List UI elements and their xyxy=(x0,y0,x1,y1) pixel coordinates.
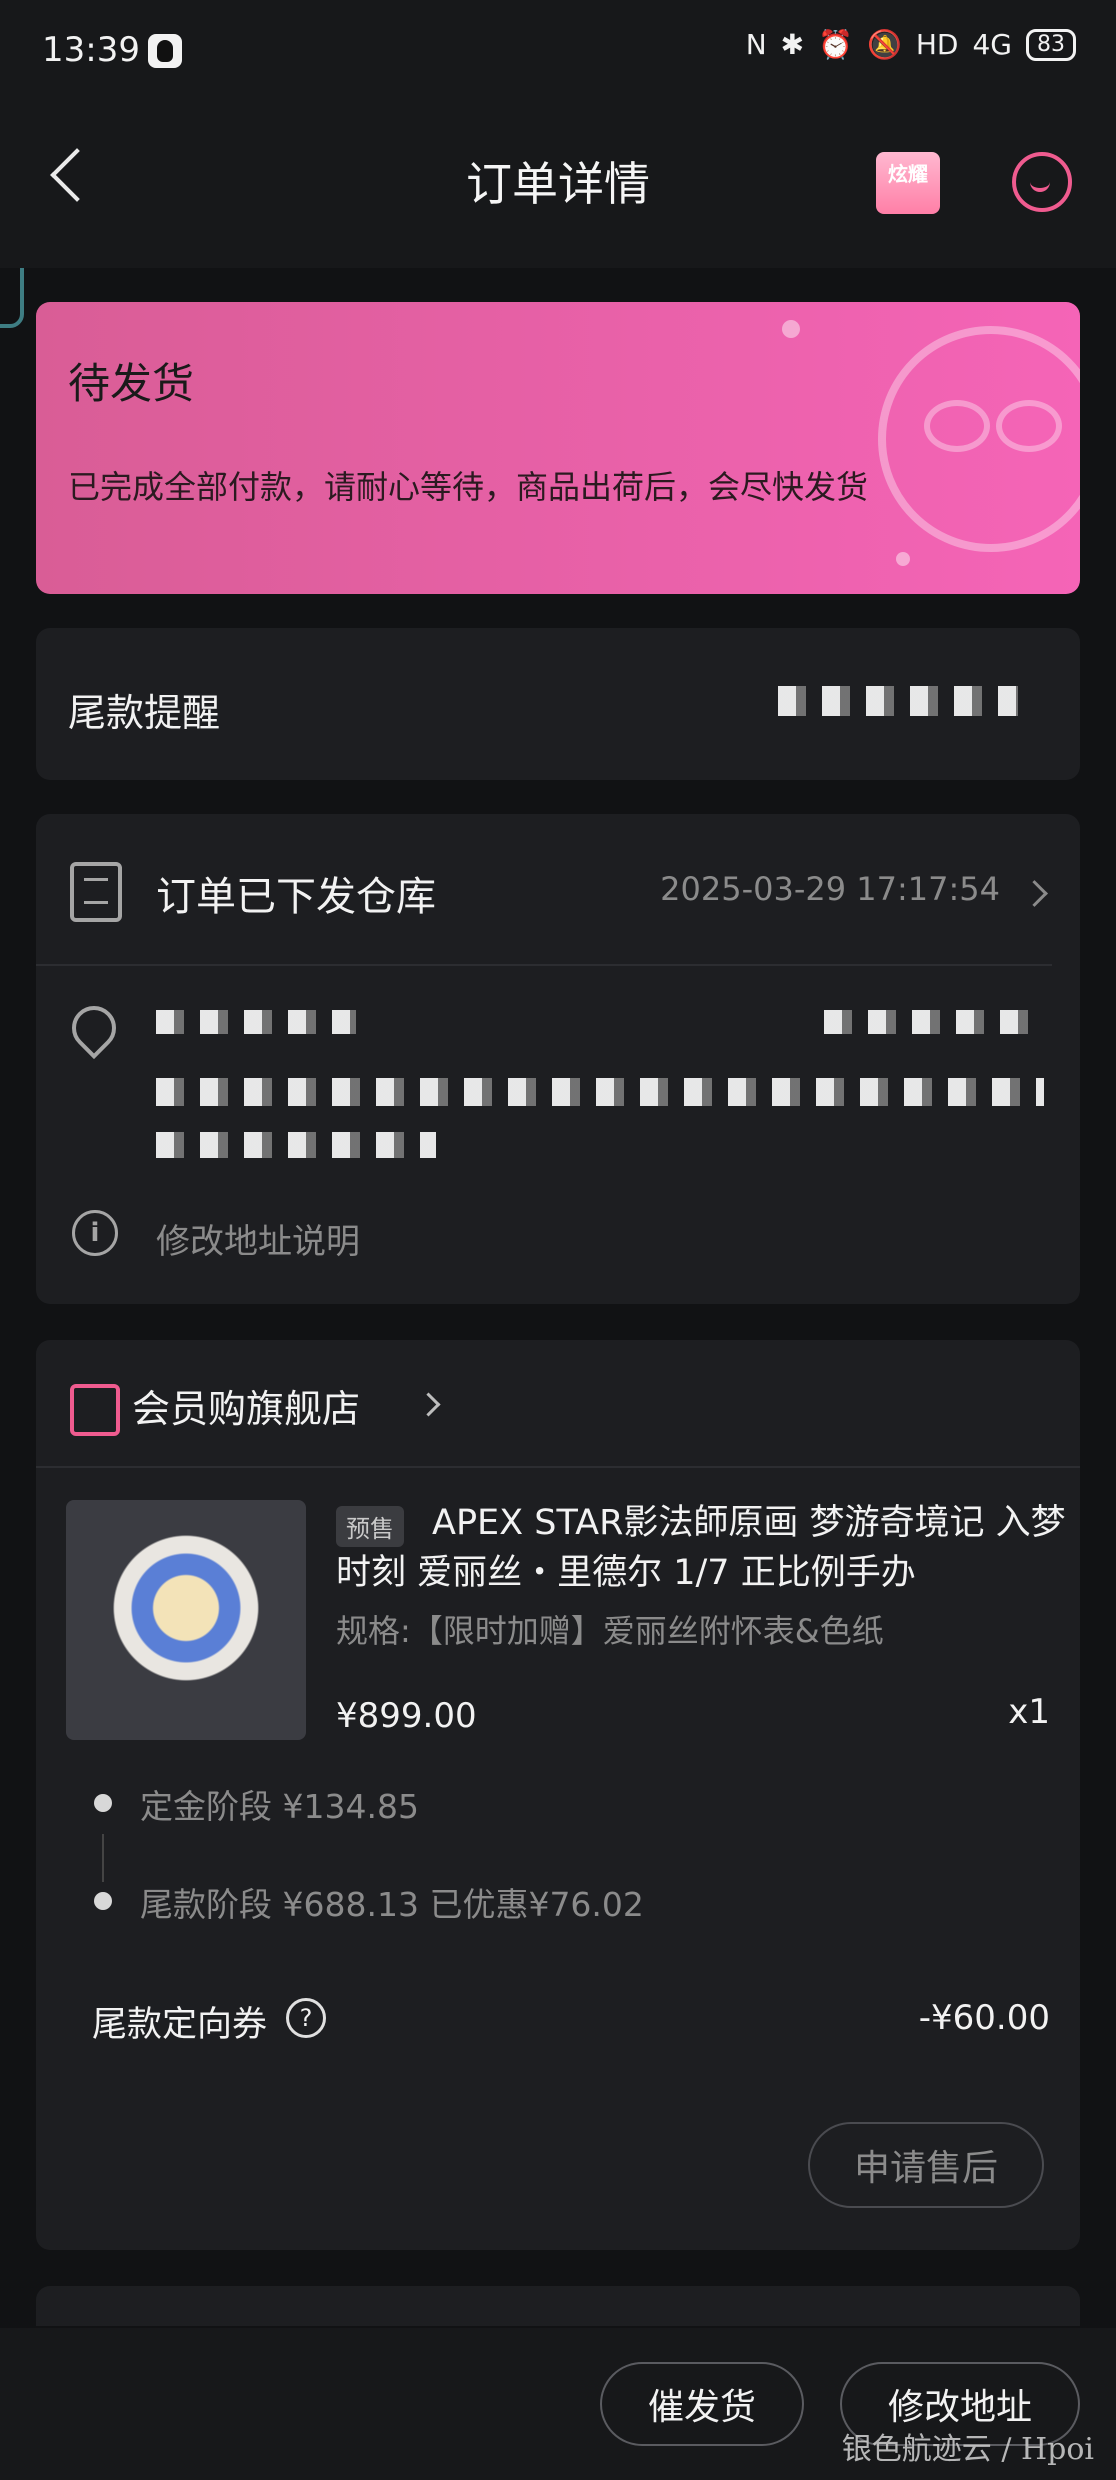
order-card: 会员购旗舰店 APEX STAR影法師原画 梦游奇境记 入梦时刻 爱丽丝・里德尔… xyxy=(36,1340,1080,2250)
stage-connector xyxy=(102,1834,104,1882)
presale-tag: 预售 xyxy=(336,1506,404,1547)
shipping-status-time: 2025-03-29 17:17:54 xyxy=(660,870,1000,908)
bluetooth-icon: ✱ xyxy=(780,28,805,61)
mascot-decoration-icon xyxy=(878,326,1080,552)
sparkle-decoration-icon xyxy=(782,320,800,338)
order-status-banner: 待发货 已完成全部付款，请耐心等待，商品出荷后，会尽快发货 xyxy=(36,302,1080,594)
status-icons: N ✱ ⏰ 🔕 HD 4G 83 xyxy=(746,28,1076,61)
show-off-badge-icon[interactable]: 炫耀 xyxy=(876,152,940,214)
info-icon: i xyxy=(72,1210,118,1256)
customer-service-icon[interactable] xyxy=(1012,152,1072,212)
redacted-phone-number xyxy=(778,686,1018,716)
shop-bag-icon xyxy=(70,1384,120,1436)
product-price: ¥899.00 xyxy=(336,1696,477,1736)
divider xyxy=(36,1466,1080,1468)
urge-shipping-button[interactable]: 催发货 xyxy=(600,2362,804,2446)
shipping-card: 订单已下发仓库 2025-03-29 17:17:54 i 修改地址说明 xyxy=(36,814,1080,1304)
product-spec: 规格:【限时加赠】爱丽丝附怀表&色纸 xyxy=(336,1612,884,1650)
alarm-icon: ⏰ xyxy=(818,28,853,61)
final-payment-reminder-label: 尾款提醒 xyxy=(68,691,221,735)
order-status-description: 已完成全部付款，请耐心等待，商品出荷后，会尽快发货 xyxy=(68,468,869,506)
final-payment-reminder-card[interactable]: 尾款提醒 xyxy=(36,628,1080,780)
nfc-icon: N xyxy=(745,28,767,61)
top-navigation: 订单详情 炫耀 xyxy=(0,100,1116,268)
document-icon xyxy=(70,862,122,922)
redacted-address xyxy=(156,1078,1044,1106)
coupon-value: -¥60.00 xyxy=(918,1998,1050,2038)
watermark: 银色航迹云 / Hpoi xyxy=(841,2432,1094,2467)
status-time: 13:39 xyxy=(42,30,140,70)
status-bar: 13:39 N ✱ ⏰ 🔕 HD 4G 83 xyxy=(0,0,1116,100)
location-pin-icon xyxy=(62,996,126,1060)
hd-icon: HD xyxy=(915,28,959,61)
product-image[interactable] xyxy=(66,1500,306,1740)
stage-dot xyxy=(94,1892,112,1910)
final-payment-stage: 尾款阶段 ¥688.13 已优惠¥76.02 xyxy=(140,1885,644,1924)
address-change-note-link[interactable]: 修改地址说明 xyxy=(156,1214,360,1263)
stage-dot xyxy=(94,1794,112,1812)
next-card-edge xyxy=(36,2286,1080,2326)
battery-indicator: 83 xyxy=(1026,28,1076,61)
order-status-title: 待发货 xyxy=(68,359,195,408)
deposit-stage: 定金阶段 ¥134.85 xyxy=(140,1787,419,1826)
apply-aftersale-button[interactable]: 申请售后 xyxy=(808,2122,1044,2208)
redacted-recipient xyxy=(156,1010,356,1034)
redacted-address-line2 xyxy=(156,1132,436,1158)
network-label: 4G xyxy=(972,28,1012,61)
page-title: 订单详情 xyxy=(466,157,650,211)
divider xyxy=(36,964,1052,966)
product-quantity: x1 xyxy=(1008,1692,1050,1732)
product-title[interactable]: APEX STAR影法師原画 梦游奇境记 入梦时刻 爱丽丝・里德尔 1/7 正比… xyxy=(336,1498,1066,1598)
sparkle-decoration-icon xyxy=(896,552,910,566)
redacted-phone xyxy=(824,1010,1044,1034)
mute-icon: 🔕 xyxy=(866,28,902,61)
help-icon[interactable]: ? xyxy=(286,1998,326,2038)
shipping-status-title: 订单已下发仓库 xyxy=(156,874,436,920)
coupon-label: 尾款定向券 xyxy=(92,2005,268,2045)
bottom-action-bar: 催发货 修改地址 银色航迹云 / Hpoi xyxy=(0,2328,1116,2480)
store-name-link[interactable]: 会员购旗舰店 xyxy=(132,1378,360,1433)
qq-notification-icon xyxy=(148,34,182,68)
chevron-right-icon[interactable] xyxy=(416,1392,441,1417)
chevron-right-icon[interactable] xyxy=(1021,880,1048,907)
